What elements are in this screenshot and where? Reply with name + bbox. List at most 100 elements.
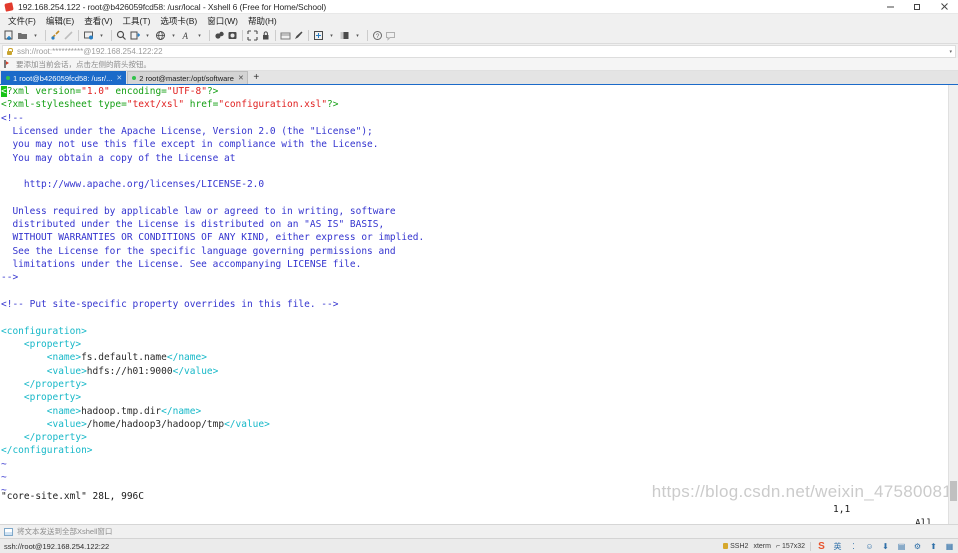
clipboard-icon[interactable] [226,29,239,43]
terminal-scrollbar[interactable] [948,85,958,524]
ssh-lock-icon [723,543,729,549]
terminal-line: <value>/home/hadoop3/hadoop/tmp</value> [1,418,948,431]
menu-tabs[interactable]: 选项卡(B) [155,16,202,27]
restore-button[interactable] [904,0,931,14]
terminal-line: <value>hdfs://h01:9000</value> [1,365,948,378]
svg-text:?: ? [376,33,380,40]
disconnect-icon[interactable] [62,29,75,43]
terminal-text: --> [1,272,19,284]
terminal-line: </property> [1,378,948,391]
address-bar[interactable]: ssh://root:**********@192.168.254.122:22… [2,45,956,58]
connect-icon[interactable] [49,29,62,43]
scrollbar-thumb[interactable] [950,481,957,501]
log-icon[interactable] [82,29,95,43]
send-to-all-bar[interactable]: 将文本发送到全部Xshell窗口 [0,524,958,538]
status-divider [810,541,811,551]
panel-chevron-down-icon[interactable]: ▾ [351,29,364,43]
chinese-ime-icon[interactable]: 英 [832,541,843,552]
terminal-text: limitations under the License. See accom… [1,259,362,271]
svg-text:A: A [182,31,189,41]
terminal-text: Unless required by applicable law or agr… [1,205,396,217]
minimize-button[interactable] [877,0,904,14]
window-controls [877,0,958,14]
fullscreen-icon[interactable] [246,29,259,43]
open-session-chevron-down-icon[interactable]: ▾ [29,29,42,43]
menu-window[interactable]: 窗口(W) [202,16,243,27]
tab-session-2[interactable]: 2 root@master:/opt/software ✕ [127,71,248,84]
file-transfer-chevron-down-icon[interactable]: ▾ [141,29,154,43]
toolbar-divider [45,30,46,41]
toolbar-divider [275,30,276,41]
lock-icon [6,48,13,56]
arrange-chevron-down-icon[interactable]: ▾ [325,29,338,43]
menu-file[interactable]: 文件(F) [3,16,41,27]
terminal-output[interactable]: <?xml version="1.0" encoding="UTF-8"?> <?… [0,85,948,524]
menu-tools[interactable]: 工具(T) [118,16,156,27]
feedback-icon[interactable] [384,29,397,43]
tunnel-chevron-down-icon[interactable]: ▾ [167,29,180,43]
keyboard-input-icon[interactable]: ⁚ [848,541,859,552]
font-chevron-down-icon[interactable]: ▾ [193,29,206,43]
menu-view[interactable]: 查看(V) [79,16,117,27]
address-chevron-down-icon[interactable]: ▾ [949,49,955,55]
terminal-text: /home/hadoop3/hadoop/tmp [86,418,225,430]
xshell-brand-icon[interactable]: S [816,541,827,552]
panel-icon[interactable] [338,29,351,43]
terminal-text: </value> [172,365,219,377]
menu-help[interactable]: 帮助(H) [243,16,282,27]
help-icon[interactable]: ? [371,29,384,43]
layout-icon[interactable] [312,29,325,43]
menu-edit[interactable]: 编辑(E) [41,16,79,27]
close-button[interactable] [931,0,958,14]
font-icon[interactable]: A [180,29,193,43]
open-folder-icon[interactable] [16,29,29,43]
settings-icon[interactable]: ⚙ [912,541,923,552]
folder-view-icon[interactable] [279,29,292,43]
terminal-text: ?> [327,99,339,111]
vim-cursor-position: 1,1 [833,504,851,516]
terminal-text: "1.0" [81,86,110,97]
terminal-text: </name> [161,405,202,417]
terminal-text: Licensed under the Apache License, Versi… [1,125,373,137]
pen-icon[interactable] [292,29,305,43]
new-session-icon[interactable] [3,29,16,43]
toolbar-divider [78,30,79,41]
emoji-icon[interactable]: ☺ [864,541,875,552]
status-right-group: SSH2 xterm ⌐ 157x32 S 英 ⁚ ☺ ⬇ ▤ ⚙ ⬆ ▦ [723,541,955,552]
tab-session-1[interactable]: 1 root@b426059fcd58: /usr/... ✕ [1,71,127,84]
status-size: ⌐ 157x32 [776,543,805,550]
status-protocol: SSH2 [723,543,748,550]
terminal-line: Unless required by applicable law or agr… [1,205,948,218]
terminal-text: <?xml-stylesheet type= [1,99,127,111]
terminal-text: "UTF-8" [166,86,207,97]
terminal-text: distributed under the License is distrib… [1,219,385,231]
tab-bar: 1 root@b426059fcd58: /usr/... ✕ 2 root@m… [0,71,958,85]
terminal-text: fs.default.name [81,352,167,364]
upload-icon[interactable]: ⬆ [928,541,939,552]
terminal-line: </property> [1,431,948,444]
tab-close-icon[interactable]: ✕ [116,74,122,82]
terminal-text: WITHOUT WARRANTIES OR CONDITIONS OF ANY … [1,232,425,244]
paste-icon[interactable] [213,29,226,43]
screen-capture-icon[interactable]: ▤ [896,541,907,552]
lock-icon[interactable] [259,29,272,43]
search-icon[interactable] [115,29,128,43]
new-tab-button[interactable]: + [248,71,264,84]
file-transfer-icon[interactable] [128,29,141,43]
apps-icon[interactable]: ▦ [944,541,955,552]
terminal-line: See the License for the specific languag… [1,245,948,258]
tab-close-icon[interactable]: ✕ [238,74,244,82]
menu-bar: 文件(F) 编辑(E) 查看(V) 工具(T) 选项卡(B) 窗口(W) 帮助(… [0,14,958,28]
terminal-text: <!-- [1,112,24,124]
log-chevron-down-icon[interactable]: ▾ [95,29,108,43]
download-icon[interactable]: ⬇ [880,541,891,552]
terminal-area: <?xml version="1.0" encoding="UTF-8"?> <?… [0,85,958,524]
tab-status-dot-icon [6,76,10,80]
terminal-text: hdfs://h01:9000 [86,365,173,377]
terminal-text: href= [184,99,219,111]
status-size-label: 157x32 [782,542,805,550]
terminal-line: you may not use this file except in comp… [1,138,948,151]
globe-icon[interactable] [154,29,167,43]
